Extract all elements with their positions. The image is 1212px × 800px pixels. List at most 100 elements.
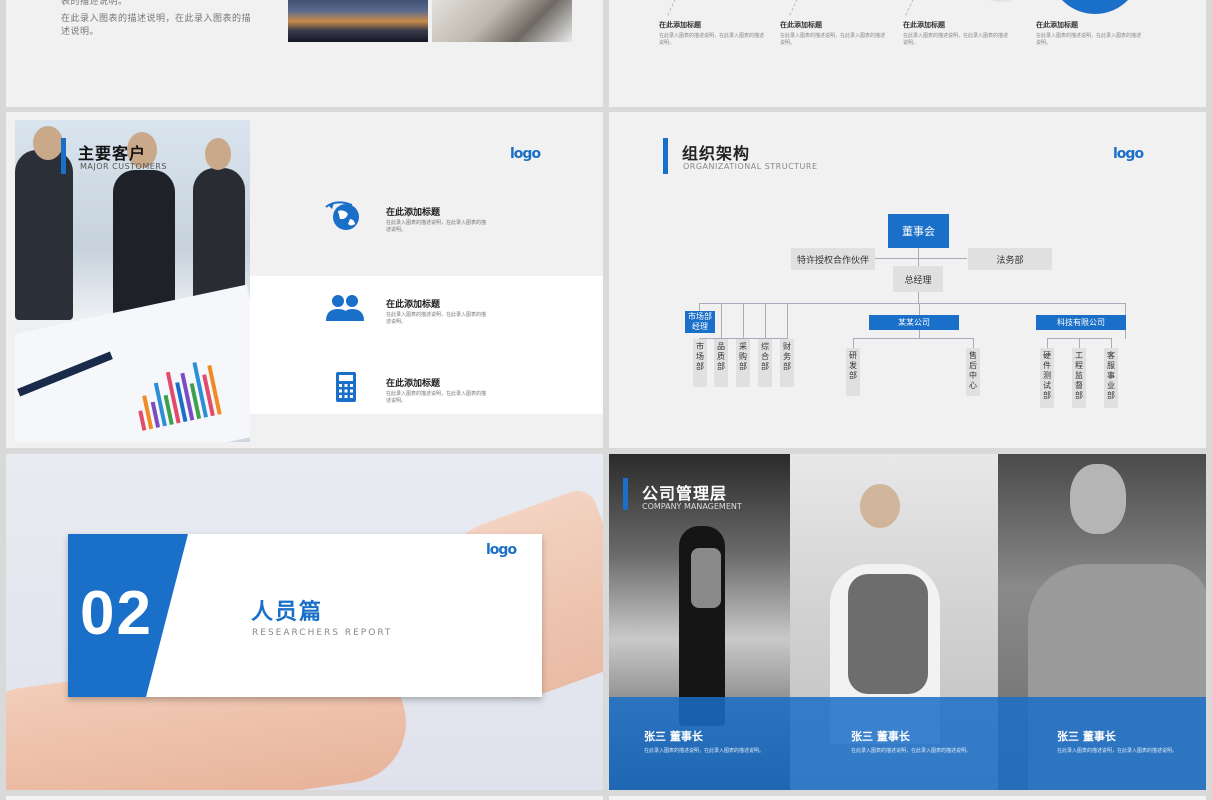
org-connector xyxy=(973,338,974,348)
org-connector xyxy=(699,303,700,311)
org-connector xyxy=(1125,303,1126,315)
manager-desc: 在此录入图表的描述说明，在此录入图表的描述说明。 xyxy=(1057,748,1178,754)
org-connector xyxy=(875,258,967,259)
customer-row-title: 在此添加标题 xyxy=(386,208,441,218)
manager-name: 张三 董事长 xyxy=(1057,730,1116,743)
slide2-item: 在此添加标题 在此录入图表的描述说明，在此录入图表的描述说明。 xyxy=(903,20,1008,47)
manager-desc: 在此录入图表的描述说明，在此录入图表的描述说明。 xyxy=(644,748,765,754)
slide2-item-desc: 在此录入图表的描述说明，在此录入图表的描述说明。 xyxy=(903,33,1009,46)
customer-row-desc: 在此录入图表的描述说明，在此录入图表的描述说明。 xyxy=(386,391,487,404)
org-connector xyxy=(918,248,919,266)
org-connector xyxy=(853,338,854,348)
manager-name: 张三 董事长 xyxy=(851,730,910,743)
customer-row-desc: 在此录入图表的描述说明，在此录入图表的描述说明。 xyxy=(386,312,487,325)
slide-thumbnail-6[interactable]: 公司管理层 COMPANY MANAGEMENT 张三 董事长 在此录入图表的描… xyxy=(609,454,1206,790)
page-subtitle: ORGANIZATIONAL STRUCTURE xyxy=(683,162,818,171)
page-title: 组织架构 xyxy=(682,144,751,163)
org-sub-dept: 售后中心 xyxy=(966,348,980,396)
org-sub-dept: 综合部 xyxy=(758,339,772,387)
person-head-shape xyxy=(205,138,231,170)
org-company-a: 某某公司 xyxy=(869,315,959,330)
org-sub-dept: 客服事业部 xyxy=(1104,348,1118,408)
backpack-shape xyxy=(848,574,928,694)
city-night-photo xyxy=(288,0,428,42)
org-connector xyxy=(721,303,722,339)
org-market-dept: 市场部经理 xyxy=(685,311,715,333)
org-legal: 法务部 xyxy=(968,248,1052,270)
slide-thumbnail-4[interactable]: 组织架构 ORGANIZATIONAL STRUCTURE logo 董事会 特… xyxy=(609,112,1206,448)
logo: logo xyxy=(486,542,517,558)
org-connector xyxy=(699,303,1125,304)
slide2-item: 在此添加标题 在此录入图表的描述说明，在此录入图表的描述说明。 xyxy=(780,20,885,47)
slide2-item-desc: 在此录入图表的描述说明，在此录入图表的描述说明。 xyxy=(659,33,765,46)
slide-thumbnail-7[interactable] xyxy=(6,796,603,800)
slide-thumbnail-1[interactable]: 表的描述说明。 在此录入图表的描述说明，在此录入图表的描述说明。 xyxy=(6,0,603,107)
org-connector xyxy=(919,303,920,315)
person-shape xyxy=(15,150,73,320)
customer-row-title: 在此添加标题 xyxy=(386,379,441,389)
customer-row-title: 在此添加标题 xyxy=(386,300,441,310)
slide2-item-title: 在此添加标题 xyxy=(659,21,701,29)
backpack-shape xyxy=(691,548,721,608)
manager-desc: 在此录入图表的描述说明，在此录入图表的描述说明。 xyxy=(851,748,972,754)
slide2-item-title: 在此添加标题 xyxy=(1036,21,1078,29)
org-connector xyxy=(853,338,973,339)
org-sub-dept: 硬件测试部 xyxy=(1040,348,1054,408)
dashed-connector xyxy=(789,0,802,16)
slide1-text-line2: 在此录入图表的描述说明，在此录入图表的描述说明。 xyxy=(61,14,252,37)
org-general-manager: 总经理 xyxy=(893,266,943,292)
title-accent-bar xyxy=(623,478,628,510)
blue-circle-shape xyxy=(1049,0,1141,14)
customer-row-desc: 在此录入图表的描述说明，在此录入图表的描述说明。 xyxy=(386,220,487,233)
slide2-item-title: 在此添加标题 xyxy=(780,21,822,29)
page-title: 主要客户 xyxy=(78,144,147,163)
grey-circle-shape xyxy=(971,0,1031,2)
org-connector xyxy=(1111,338,1112,348)
person-head-shape xyxy=(33,126,63,160)
calculator-icon xyxy=(336,372,356,402)
section-card: 02 人员篇 RESEARCHERS REPORT logo xyxy=(68,534,542,697)
slide1-text-line1: 表的描述说明。 xyxy=(61,0,128,7)
slide2-item-title: 在此添加标题 xyxy=(903,21,945,29)
org-sub-dept: 工程监督部 xyxy=(1072,348,1086,408)
customer-row: 在此添加标题 在此录入图表的描述说明，在此录入图表的描述说明。 xyxy=(326,295,586,326)
page-subtitle: COMPANY MANAGEMENT xyxy=(642,502,742,511)
slide1-description: 表的描述说明。 在此录入图表的描述说明，在此录入图表的描述说明。 xyxy=(61,0,251,43)
org-connector xyxy=(1125,330,1126,339)
title-accent-bar xyxy=(663,138,668,174)
org-sub-dept: 研发部 xyxy=(846,348,860,396)
slide-thumbnail-5[interactable]: 02 人员篇 RESEARCHERS REPORT logo xyxy=(6,454,603,790)
customer-row: 在此添加标题 在此录入图表的描述说明，在此录入图表的描述说明。 xyxy=(325,201,586,234)
slide-thumbnail-2[interactable]: 在此添加标题 在此录入图表的描述说明，在此录入图表的描述说明。 在此添加标题 在… xyxy=(609,0,1206,107)
org-connector xyxy=(743,303,744,339)
person-head-shape xyxy=(860,484,900,528)
title-accent-bar xyxy=(61,138,66,174)
dashed-connector xyxy=(905,0,918,16)
section-number: 02 xyxy=(80,579,153,648)
person-head-shape xyxy=(1070,464,1126,534)
slide2-item-desc: 在此录入图表的描述说明，在此录入图表的描述说明。 xyxy=(1036,33,1142,46)
org-connector xyxy=(765,303,766,339)
page-title: 公司管理层 xyxy=(642,484,728,503)
laptop-coffee-photo xyxy=(432,0,572,42)
org-sub-dept: 市场部 xyxy=(693,339,707,387)
org-board: 董事会 xyxy=(888,214,949,248)
section-title: 人员篇 xyxy=(251,600,324,625)
users-icon xyxy=(326,295,364,321)
slide2-item: 在此添加标题 在此录入图表的描述说明，在此录入图表的描述说明。 xyxy=(1036,20,1141,47)
slide2-item: 在此添加标题 在此录入图表的描述说明，在此录入图表的描述说明。 xyxy=(659,20,764,47)
person-shape xyxy=(113,170,175,320)
org-sub-dept: 财务部 xyxy=(780,339,794,387)
globe-icon xyxy=(325,201,359,230)
logo: logo xyxy=(1113,146,1144,162)
org-connector xyxy=(787,303,788,339)
org-company-b: 科技有限公司 xyxy=(1036,315,1126,330)
slide-thumbnail-3[interactable]: 主要客户 MAJOR CUSTOMERS logo 在此添加标题 在此录入图表的… xyxy=(6,112,603,448)
org-franchise: 特许授权合作伙伴 xyxy=(791,248,875,270)
logo: logo xyxy=(510,146,541,162)
slide-thumbnail-8[interactable] xyxy=(609,796,1206,800)
customer-row: 在此添加标题 在此录入图表的描述说明，在此录入图表的描述说明。 xyxy=(336,372,586,405)
page-subtitle: MAJOR CUSTOMERS xyxy=(80,162,167,171)
manager-name: 张三 董事长 xyxy=(644,730,703,743)
org-connector xyxy=(1079,338,1080,348)
